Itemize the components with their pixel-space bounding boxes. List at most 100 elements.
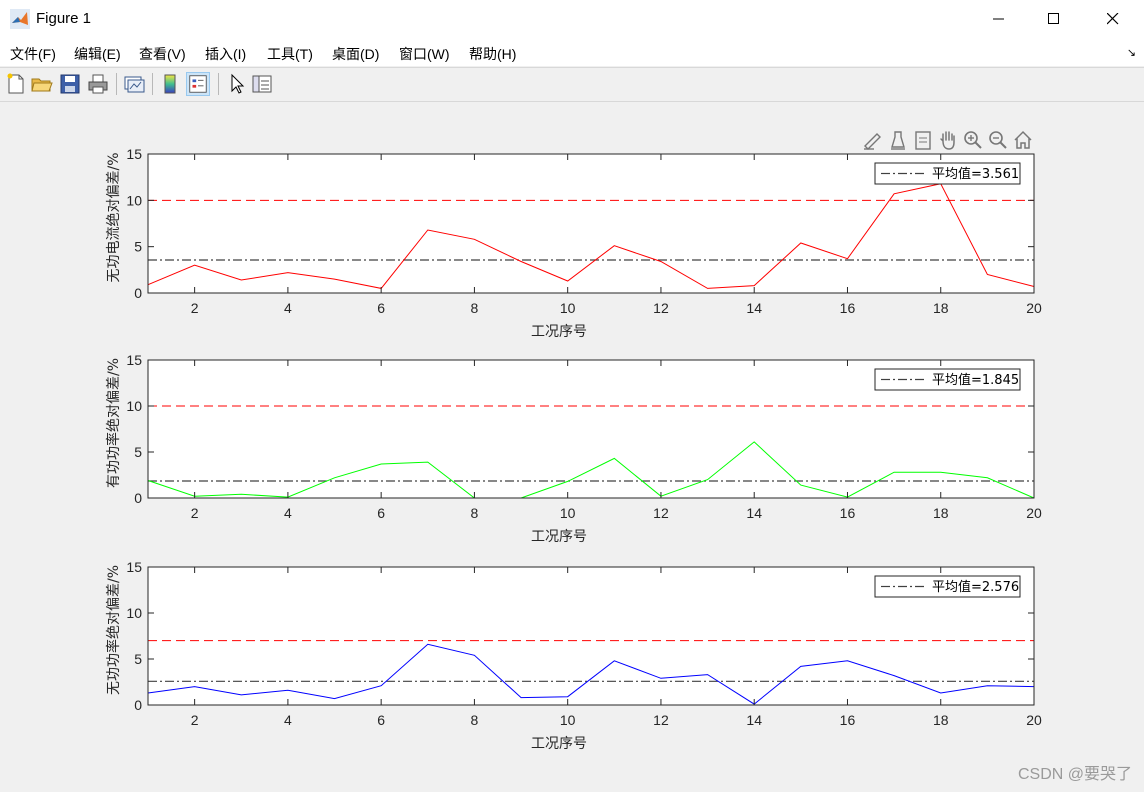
x-tick-label: 4: [284, 712, 292, 728]
brush-data-button[interactable]: [912, 129, 934, 151]
y-tick-label: 0: [134, 697, 142, 713]
x-tick-label: 4: [284, 505, 292, 521]
open-file-icon: [31, 78, 53, 92]
legend-label: 平均值=1.845: [932, 372, 1019, 388]
series-line: [147, 183, 1035, 289]
x-axis-label: 工况序号: [531, 529, 587, 545]
dock-arrow-icon[interactable]: ↘: [1127, 46, 1136, 59]
x-tick-label: 16: [840, 712, 856, 728]
axes-box: [147, 359, 1035, 499]
x-tick-label: 6: [377, 300, 385, 316]
x-tick-label: 2: [191, 712, 199, 728]
x-axis-label: 工况序号: [531, 736, 587, 752]
y-tick-label: 0: [134, 490, 142, 506]
axes-box: [147, 566, 1035, 706]
minimize-icon: [993, 18, 1004, 20]
menu-help[interactable]: 帮助(H): [469, 44, 516, 64]
save-icon: [60, 74, 80, 94]
menu-bar: 文件(F) 编辑(E) 查看(V) 插入(I) 工具(T) 桌面(D) 窗口(W…: [0, 38, 1144, 66]
x-tick-label: 10: [560, 712, 576, 728]
x-tick-label: 16: [840, 505, 856, 521]
x-tick-label: 14: [746, 505, 762, 521]
window-title: Figure 1: [36, 10, 92, 27]
legend-button[interactable]: [186, 72, 210, 96]
minimize-button[interactable]: [972, 0, 1026, 38]
pointer-icon: [231, 73, 245, 94]
legend-label: 平均值=3.561: [932, 166, 1019, 182]
print-icon: [88, 74, 108, 94]
close-icon: [1107, 13, 1119, 25]
y-tick-label: 5: [134, 239, 142, 255]
x-tick-label: 18: [933, 300, 949, 316]
x-tick-label: 12: [653, 712, 669, 728]
new-figure-button[interactable]: [4, 72, 28, 96]
menu-tools[interactable]: 工具(T): [267, 44, 313, 64]
property-inspector-button[interactable]: [250, 72, 274, 96]
menu-file[interactable]: 文件(F): [10, 44, 56, 64]
data-tips-button[interactable]: [887, 129, 909, 151]
menu-edit[interactable]: 编辑(E): [74, 44, 121, 64]
zoom-out-button[interactable]: [987, 129, 1009, 151]
menu-desktop[interactable]: 桌面(D): [332, 44, 379, 64]
x-tick-label: 12: [653, 505, 669, 521]
toolbar-separator: [116, 73, 117, 95]
brush-edit-icon: [864, 133, 881, 150]
home-restore-icon: [1014, 130, 1032, 149]
y-tick-label: 10: [126, 192, 142, 208]
y-tick-label: 5: [134, 444, 142, 460]
y-tick-label: 15: [126, 559, 142, 575]
axes-box: [147, 153, 1035, 294]
menu-insert[interactable]: 插入(I): [205, 44, 246, 64]
print-button[interactable]: [86, 72, 110, 96]
y-tick-label: 10: [126, 605, 142, 621]
y-axis-label: 有功功率绝对偏差/%: [105, 358, 122, 488]
maximize-button[interactable]: [1027, 0, 1081, 38]
x-tick-label: 8: [471, 712, 479, 728]
brush-icon: [915, 131, 931, 150]
link-plot-icon: [124, 76, 145, 93]
figure-canvas: 2 4 6 8 10 12 14 16 18 20051015工况序号无功电流绝对偏差/% 平均值=…: [105, 146, 1042, 752]
brush-edit-button[interactable]: [862, 129, 884, 151]
save-button[interactable]: [58, 72, 82, 96]
x-tick-label: 10: [560, 300, 576, 316]
new-figure-icon: [7, 73, 24, 94]
legend-box: [874, 368, 1021, 391]
y-tick-label: 10: [126, 398, 142, 414]
x-tick-label: 18: [933, 712, 949, 728]
x-tick-label: 16: [840, 300, 856, 316]
x-tick-label: 8: [471, 505, 479, 521]
zoom-in-button[interactable]: [962, 129, 984, 151]
x-tick-label: 4: [284, 300, 292, 316]
pan-hand-icon: [940, 131, 955, 150]
y-tick-label: 15: [126, 352, 142, 368]
x-tick-label: 8: [471, 300, 479, 316]
colorbar-button[interactable]: [158, 72, 182, 96]
y-axis-label: 无功功率绝对偏差/%: [105, 565, 122, 695]
link-plot-button[interactable]: [122, 72, 146, 96]
open-file-button[interactable]: [30, 72, 54, 96]
x-tick-label: 20: [1026, 712, 1042, 728]
x-tick-label: 20: [1026, 505, 1042, 521]
data-tips-icon: [891, 131, 905, 150]
title-bar: Figure 1: [0, 0, 1144, 39]
axes-background: [148, 567, 1034, 705]
watermark: CSDN @要哭了: [1017, 766, 1132, 783]
property-inspector-icon: [252, 75, 272, 93]
pointer-button[interactable]: [224, 72, 248, 96]
x-tick-label: 20: [1026, 300, 1042, 316]
figure-toolbar: [0, 67, 1144, 102]
y-tick-label: 0: [134, 285, 142, 301]
maximize-icon: [1048, 13, 1059, 24]
x-tick-label: 6: [377, 712, 385, 728]
legend-box: [874, 162, 1021, 185]
series-line: [147, 643, 1035, 705]
x-tick-label: 2: [191, 300, 199, 316]
close-button[interactable]: [1086, 0, 1140, 38]
axes-background: [148, 154, 1034, 293]
zoom-in-icon: [964, 131, 982, 149]
restore-view-button[interactable]: [1012, 129, 1034, 151]
menu-window[interactable]: 窗口(W): [399, 44, 450, 64]
x-axis-label: 工况序号: [531, 324, 587, 340]
pan-button[interactable]: [937, 129, 959, 151]
menu-view[interactable]: 查看(V): [139, 44, 186, 64]
